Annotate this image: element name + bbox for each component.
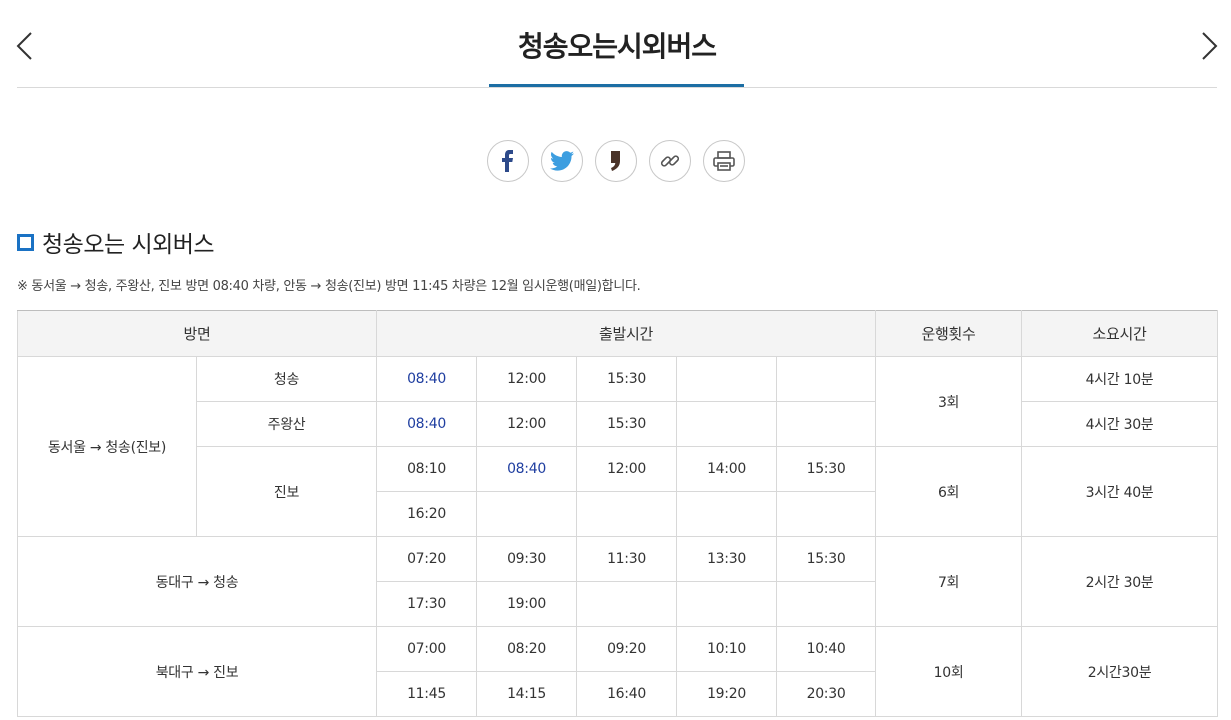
time-cell: 19:20 [676,671,778,717]
duration-cell: 3시간 40분 [1021,446,1219,537]
link-icon[interactable] [649,140,691,182]
time-cell [676,581,778,627]
time-cell: 13:30 [676,536,778,582]
time-cell: 20:30 [776,671,877,717]
time-cell: 08:10 [376,446,478,492]
time-cell: 14:15 [476,671,578,717]
time-cell: 08:20 [476,626,578,672]
time-cell: 09:20 [576,626,678,672]
section-title: 청송오는 시외버스 [42,232,215,258]
time-cell: 08:40 [476,446,578,492]
table-header-row: 방면 출발시간 운행횟수 소요시간 [16,310,1219,357]
time-cell [576,491,678,537]
time-cell: 08:40 [376,356,478,402]
duration-cell: 4시간 10분 [1021,356,1219,402]
title-underline [489,84,744,87]
twitter-icon[interactable] [541,140,583,182]
time-cell: 10:40 [776,626,877,672]
time-cell [676,491,778,537]
route-cell: 동대구 → 청송 [16,536,378,627]
time-cell: 12:00 [576,446,678,492]
time-cell [676,401,778,447]
time-cell: 11:30 [576,536,678,582]
time-cell: 15:30 [576,401,678,447]
kakaostory-icon[interactable] [595,140,637,182]
time-cell: 16:20 [376,491,478,537]
count-cell: 7회 [875,536,1023,627]
time-cell [476,491,578,537]
time-cell [776,491,877,537]
table-row: 북대구 → 진보 07:00 08:20 09:20 10:10 10:40 1… [16,626,1219,717]
sub-route-cell: 진보 [195,446,378,537]
table-row: 동서울 → 청송(진보) 청송 08:40 12:00 15:30 3회 4시간… [17,356,1219,537]
time-cell [776,356,877,402]
count-cell: 3회 [875,356,1023,447]
count-cell: 10회 [875,626,1023,717]
bus-schedule-table: 방면 출발시간 운행횟수 소요시간 동서울 → 청송(진보) 청송 08:40 … [16,310,1219,717]
time-cell: 15:30 [576,356,678,402]
time-cell [676,356,778,402]
duration-cell: 2시간30분 [1021,626,1219,717]
time-cell: 19:00 [476,581,578,627]
print-icon[interactable] [703,140,745,182]
time-cell: 15:30 [776,446,877,492]
page-title: 청송오는시외버스 [517,30,717,63]
header-direction: 방면 [16,310,378,357]
time-cell [576,581,678,627]
header-duration: 소요시간 [1021,310,1219,357]
time-cell: 17:30 [376,581,478,627]
next-page-arrow-icon[interactable] [1191,30,1221,62]
time-cell: 08:40 [376,401,478,447]
section-heading: 청송오는 시외버스 [17,225,215,259]
header-departure: 출발시간 [376,310,877,357]
time-cell: 12:00 [476,401,578,447]
time-cell: 07:00 [376,626,478,672]
time-cell: 11:45 [376,671,478,717]
table-row: 주왕산 08:40 12:00 15:30 4시간 30분 [18,401,1219,447]
time-cell: 16:40 [576,671,678,717]
route-cell: 동서울 → 청송(진보) [17,356,197,537]
table-row: 동대구 → 청송 07:20 09:30 11:30 13:30 15:30 7… [16,536,1219,627]
time-cell: 10:10 [676,626,778,672]
time-cell: 09:30 [476,536,578,582]
time-cell [776,581,877,627]
notice-text: ※ 동서울 → 청송, 주왕산, 진보 방면 08:40 차량, 안동 → 청송… [17,279,641,294]
route-cell: 북대구 → 진보 [16,626,378,717]
time-cell: 15:30 [776,536,877,582]
header-count: 운행횟수 [875,310,1023,357]
table-row: 진보 08:10 08:40 12:00 14:00 15:30 6회 3시간 … [18,446,1219,537]
duration-cell: 4시간 30분 [1021,401,1219,447]
square-bullet-icon [17,233,34,251]
time-cell: 12:00 [476,356,578,402]
facebook-icon[interactable] [487,140,529,182]
time-cell: 07:20 [376,536,478,582]
share-bar [487,140,745,182]
sub-route-cell: 주왕산 [195,401,378,447]
sub-route-cell: 청송 [195,356,378,402]
time-cell: 14:00 [676,446,778,492]
page-header: 청송오는시외버스 [16,0,1218,88]
count-cell: 6회 [875,446,1023,537]
time-cell [776,401,877,447]
duration-cell: 2시간 30분 [1021,536,1219,627]
